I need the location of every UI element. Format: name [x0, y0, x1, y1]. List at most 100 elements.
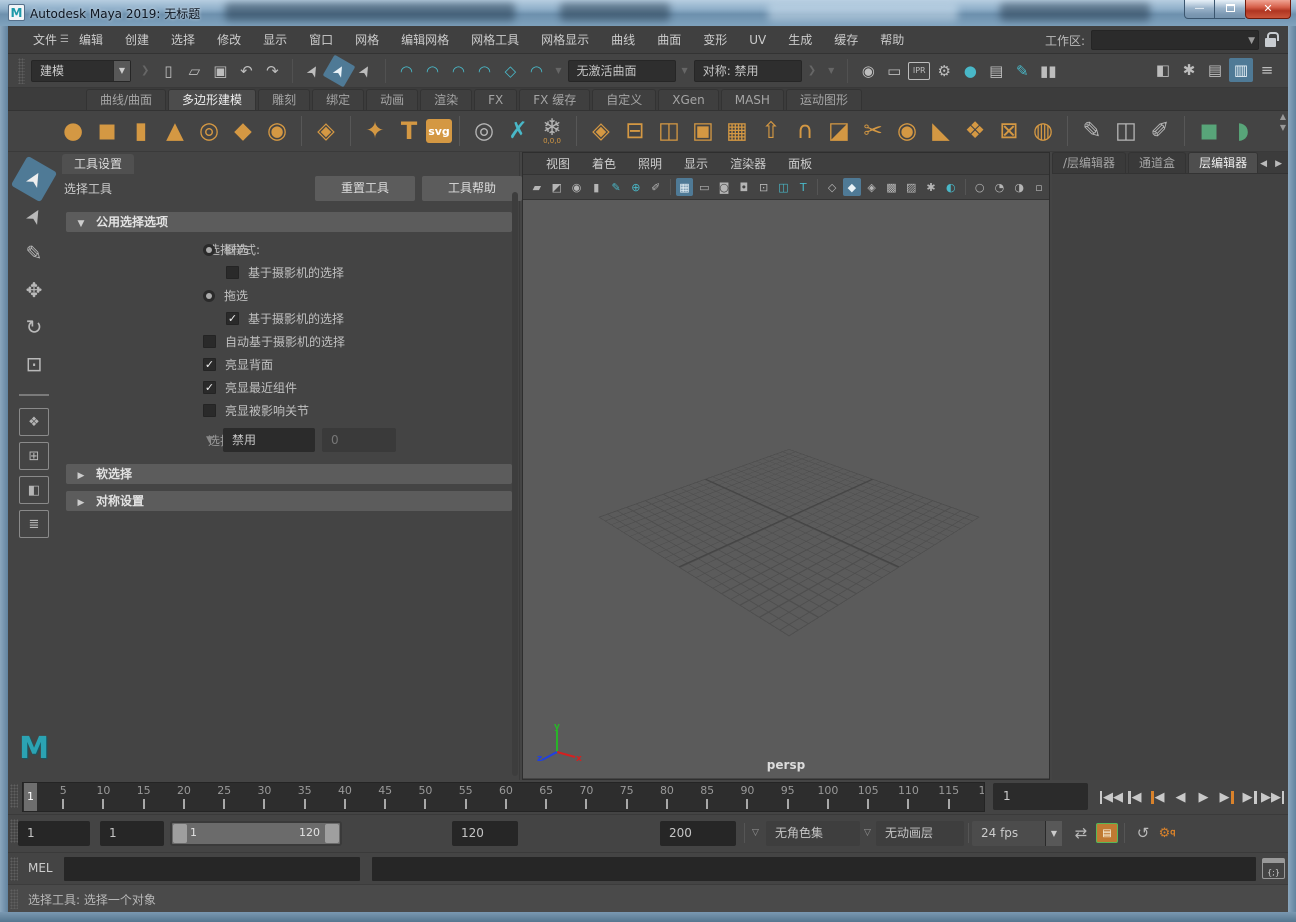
field-chart-icon[interactable]: ⊡: [755, 178, 773, 196]
grid-icon[interactable]: ▦: [675, 178, 694, 196]
menu-选择[interactable]: 选择: [160, 26, 206, 54]
extrude-icon[interactable]: ⇧: [755, 114, 787, 148]
range-row-grip[interactable]: [10, 819, 18, 843]
channel-box-icon[interactable]: ▤: [1203, 58, 1227, 82]
tab-通道盒[interactable]: 通道盒: [1128, 152, 1187, 173]
checker-icon[interactable]: ▨: [902, 178, 920, 196]
tool-help-button[interactable]: 工具帮助: [422, 176, 522, 201]
tab-层编辑器[interactable]: 层编辑器: [1188, 152, 1259, 173]
chevron-down-icon[interactable]: ▼: [828, 66, 834, 75]
mirror-icon[interactable]: ◫: [653, 114, 685, 148]
grid-fill-icon[interactable]: ▦: [721, 114, 753, 148]
resolution-gate-icon[interactable]: ◙: [715, 178, 733, 196]
safe-action-icon[interactable]: ◫: [775, 178, 793, 196]
animation-preferences-icon[interactable]: ⚙ 𐞥: [1156, 822, 1178, 844]
command-result-field[interactable]: [372, 857, 1256, 881]
fps-select[interactable]: 24 fps ▼: [972, 821, 1062, 846]
menu-缓存[interactable]: 缓存: [823, 26, 869, 54]
playback-start-field[interactable]: 1: [100, 821, 164, 846]
insert-edge-loop-icon[interactable]: ◫: [1110, 114, 1142, 148]
toolbar-group-divider[interactable]: ▼: [682, 66, 688, 75]
quad-draw-icon[interactable]: ✐: [1144, 114, 1176, 148]
close-button[interactable]: ✕: [1245, 0, 1291, 19]
menu-生成[interactable]: 生成: [777, 26, 823, 54]
step-back-frame-button[interactable]: ◀: [1123, 784, 1146, 810]
reset-tool-button[interactable]: 重置工具: [315, 176, 415, 201]
selection-constraint-count-field[interactable]: 0: [322, 428, 396, 452]
chevron-down-icon[interactable]: ▽: [864, 828, 871, 838]
super-shape-icon[interactable]: ✦: [359, 114, 391, 148]
triangulate-icon[interactable]: ◣: [925, 114, 957, 148]
lock-camera-icon[interactable]: ◩: [548, 178, 566, 196]
bevel-icon[interactable]: ◪: [823, 114, 855, 148]
occlusion-icon[interactable]: ○: [971, 178, 989, 196]
2d-pan-zoom-icon[interactable]: ⊕: [627, 178, 645, 196]
menu-UV[interactable]: UV: [738, 26, 777, 54]
menu-编辑网格[interactable]: 编辑网格: [390, 26, 460, 54]
render-current-frame-icon[interactable]: ▭: [882, 59, 906, 83]
pause-viewport-icon[interactable]: ▮▮: [1036, 59, 1060, 83]
shelf-tab-雕刻[interactable]: 雕刻: [258, 89, 311, 110]
auto-key-film-icon[interactable]: ▤: [1096, 823, 1118, 843]
time-sync-icon[interactable]: ↺: [1132, 822, 1154, 844]
range-slider[interactable]: 1 120: [170, 821, 342, 846]
menu-显示[interactable]: 显示: [252, 26, 298, 54]
play-backwards-button[interactable]: ◀: [1169, 784, 1192, 810]
open-scene-icon[interactable]: ▱: [182, 59, 206, 83]
lock-workspace-icon[interactable]: [1265, 32, 1279, 47]
poly-plane-icon[interactable]: ◆: [227, 114, 259, 148]
highlight-backfaces-checkbox[interactable]: ✓: [203, 358, 216, 371]
range-end-handle[interactable]: [325, 824, 339, 843]
toolbar-grip[interactable]: [18, 57, 25, 84]
render-setup-icon[interactable]: ▤: [984, 59, 1008, 83]
shelf-tab-XGen[interactable]: XGen: [658, 89, 719, 110]
character-set-field[interactable]: 无角色集: [766, 821, 860, 846]
select-component-icon[interactable]: ➤: [349, 54, 382, 87]
select-tool-icon[interactable]: ➤: [10, 155, 58, 203]
scroll-up-icon[interactable]: ▲: [1280, 112, 1286, 121]
ipr-render-icon[interactable]: IPR: [908, 61, 931, 80]
highlight-nearest-component-checkbox[interactable]: ✓: [203, 381, 216, 394]
layout-four-panes-icon[interactable]: ⊞: [19, 442, 49, 470]
no-live-surface-field[interactable]: 无激活曲面: [567, 59, 676, 82]
freeze-transformations-icon[interactable]: ❄ 0,0,0: [536, 114, 568, 148]
shelf-tab-多边形建模[interactable]: 多边形建模: [168, 89, 257, 110]
poly-cylinder-icon[interactable]: ▮: [125, 114, 157, 148]
smooth-sculpt-icon[interactable]: ◗: [1227, 114, 1259, 148]
gate-mask-icon[interactable]: ◘: [735, 178, 753, 196]
go-to-start-button[interactable]: ◀◀: [1100, 784, 1123, 810]
center-pivot-icon[interactable]: ◎: [468, 114, 500, 148]
panel-menu-面板[interactable]: 面板: [777, 155, 823, 172]
exposure-icon[interactable]: ▫: [1030, 178, 1048, 196]
current-frame-indicator[interactable]: 1: [24, 783, 37, 811]
new-scene-icon[interactable]: ▯: [156, 59, 180, 83]
shelf-tab-绑定[interactable]: 绑定: [312, 89, 365, 110]
motion-blur-icon[interactable]: ◔: [991, 178, 1009, 196]
light-editor-icon[interactable]: ✎: [1010, 59, 1034, 83]
highlight-influenced-joints-checkbox[interactable]: [203, 404, 216, 417]
menu-曲面[interactable]: 曲面: [646, 26, 692, 54]
modeling-toolkit-icon[interactable]: ▥: [1229, 58, 1253, 82]
render-view-icon[interactable]: ◉: [856, 59, 880, 83]
layout-single-pane-icon[interactable]: ❖: [19, 408, 49, 436]
shelf-tab-动画[interactable]: 动画: [366, 89, 419, 110]
select-camera-icon[interactable]: ▰: [528, 178, 546, 196]
bridge-icon[interactable]: ∩: [789, 114, 821, 148]
common-selection-options-header[interactable]: ▼ 公用选择选项: [66, 212, 512, 232]
tool-settings-icon[interactable]: ✱: [1177, 58, 1201, 82]
anti-alias-icon[interactable]: ◑: [1010, 178, 1028, 196]
smooth-shade-icon[interactable]: ◆: [842, 178, 861, 196]
animation-start-field[interactable]: 1: [18, 821, 90, 846]
step-forward-key-button[interactable]: ▶: [1215, 784, 1238, 810]
command-line-language-label[interactable]: MEL: [28, 861, 53, 875]
paint-selection-tool-icon[interactable]: ✎: [17, 236, 51, 270]
shelf-tab-曲线/曲面[interactable]: 曲线/曲面: [86, 89, 167, 110]
wireframe-on-shaded-icon[interactable]: ◈: [863, 178, 881, 196]
shadows-icon[interactable]: ◐: [942, 178, 960, 196]
camera-based-select-checkbox-drag[interactable]: ✓: [226, 312, 239, 325]
greasepencil-icon[interactable]: ✐: [647, 178, 665, 196]
menu-编辑[interactable]: 编辑: [68, 26, 114, 54]
range-start-handle[interactable]: [173, 824, 187, 843]
scale-tool-icon[interactable]: ⊡: [17, 347, 51, 381]
playback-end-field[interactable]: 120: [452, 821, 518, 846]
